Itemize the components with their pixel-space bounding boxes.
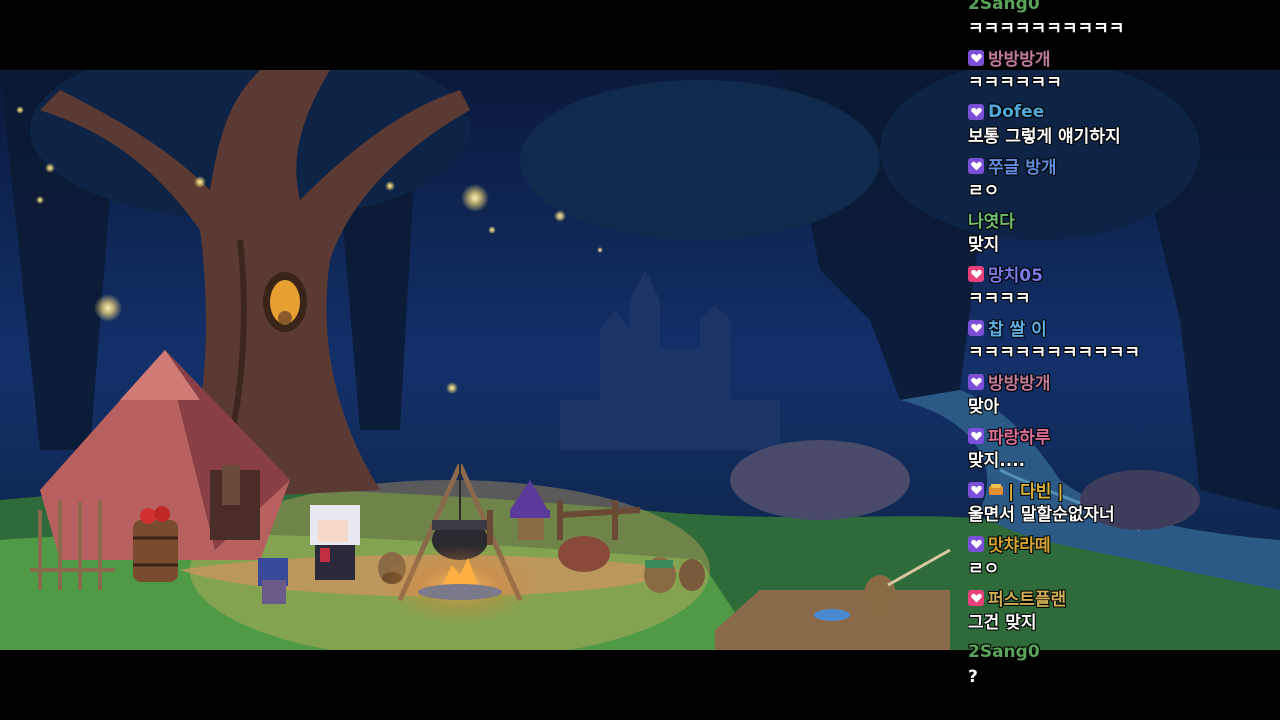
- chat-message-text: 맞지....: [968, 451, 1026, 471]
- barrel: [133, 520, 178, 582]
- chat-username[interactable]: 방방방개: [988, 45, 1051, 70]
- chat-message-text: ㅋㅋㅋㅋㅋㅋㅋㅋㅋㅋㅋ: [968, 343, 1141, 363]
- chat-username[interactable]: 2Sang0: [968, 642, 1040, 662]
- chat-message: 퍼스트플랜그건 맞지: [968, 582, 1268, 636]
- chat-message-text: ㄹㅇ: [968, 181, 1000, 201]
- chat-message-text: 맞지: [968, 235, 1000, 255]
- chat-message: 나엿다맞지: [968, 204, 1268, 258]
- chat-username[interactable]: 나엿다: [968, 207, 1015, 232]
- chat-message: 방방방개맞아: [968, 366, 1268, 420]
- chat-message-text: 보통 그렇게 얘기하지: [968, 127, 1121, 147]
- chat-message-header: 찹 쌀 이: [968, 312, 1268, 340]
- chat-message: 쭈글 방개 ㄹㅇ: [968, 150, 1268, 204]
- chat-message: 맛챠라떼 ㄹㅇ: [968, 528, 1268, 582]
- subscriber-heart-icon: [968, 49, 984, 66]
- chat-message: 2Sang0 ㅋㅋㅋㅋㅋㅋㅋㅋㅋㅋ: [968, 0, 1268, 42]
- chat-username[interactable]: 퍼스트플랜: [988, 585, 1066, 610]
- chat-message-header: 파랑하루: [968, 420, 1268, 448]
- subscriber-heart-icon: [968, 319, 984, 336]
- chat-message-header: 퍼스트플랜: [968, 582, 1268, 610]
- chat-message-header: | 다빈 |: [968, 474, 1268, 502]
- chat-username[interactable]: | 다빈 |: [1008, 477, 1064, 502]
- subscriber-heart-icon: [968, 265, 984, 282]
- blue-haired-character: [258, 558, 288, 604]
- chat-username[interactable]: 쭈글 방개: [988, 153, 1056, 178]
- chat-username[interactable]: 파랑하루: [988, 423, 1051, 448]
- chat-message-header: 방방방개: [968, 42, 1268, 70]
- chat-message: 망치05 ㅋㅋㅋㅋ: [968, 258, 1268, 312]
- chat-username[interactable]: 맛챠라떼: [988, 531, 1051, 556]
- chat-message-text: ?: [968, 667, 978, 687]
- chat-message-header: 2Sang0: [968, 0, 1268, 16]
- chat-message-header: 2Sang0: [968, 636, 1268, 664]
- subscriber-heart-icon: [968, 427, 984, 444]
- chat-message-header: 망치05: [968, 258, 1268, 286]
- chat-message: Dofee 보통 그렇게 얘기하지: [968, 96, 1268, 150]
- chat-message-header: Dofee: [968, 96, 1268, 124]
- subscriber-heart-icon: [968, 373, 984, 390]
- sack: [558, 536, 610, 572]
- subscriber-heart-icon: [968, 535, 984, 552]
- subscriber-heart-icon: [968, 157, 984, 174]
- subscriber-heart-icon: [968, 481, 984, 498]
- subscriber-heart-icon: [968, 589, 984, 606]
- chat-message-text: 맞아: [968, 397, 1000, 417]
- chat-message-header: 쭈글 방개: [968, 150, 1268, 178]
- chat-username[interactable]: 방방방개: [988, 369, 1051, 394]
- chat-message: 파랑하루맞지....: [968, 420, 1268, 474]
- chat-message-header: 나엿다: [968, 204, 1268, 232]
- supporter-badge-icon: [988, 483, 1004, 497]
- white-haired-character: [310, 505, 360, 580]
- chat-message: 방방방개 ㅋㅋㅋㅋㅋㅋ: [968, 42, 1268, 96]
- chat-username[interactable]: Dofee: [988, 102, 1044, 122]
- fish: [814, 609, 850, 621]
- chat-username[interactable]: 망치05: [988, 261, 1043, 286]
- chat-overlay: 2Sang0 ㅋㅋㅋㅋㅋㅋㅋㅋㅋㅋ 방방방개 ㅋㅋㅋㅋㅋㅋ Dofee 보통 그렇게 얘기…: [968, 0, 1268, 712]
- chat-username[interactable]: 2Sang0: [968, 0, 1040, 14]
- stream-frame: 2Sang0 ㅋㅋㅋㅋㅋㅋㅋㅋㅋㅋ 방방방개 ㅋㅋㅋㅋㅋㅋ Dofee 보통 그렇게 얘기…: [0, 0, 1280, 720]
- chat-message: | 다빈 | 울면서 말할순없자너: [968, 474, 1268, 528]
- chat-message-header: 맛챠라떼: [968, 528, 1268, 556]
- chat-message-text: ㅋㅋㅋㅋ: [968, 289, 1031, 309]
- chat-message-text: ㅋㅋㅋㅋㅋㅋ: [968, 73, 1062, 93]
- chat-message-header: 방방방개: [968, 366, 1268, 394]
- chat-message-text: ㄹㅇ: [968, 559, 1000, 579]
- subscriber-heart-icon: [968, 103, 984, 120]
- chat-message-text: 울면서 말할순없자너: [968, 505, 1115, 525]
- chat-message: 찹 쌀 이 ㅋㅋㅋㅋㅋㅋㅋㅋㅋㅋㅋ: [968, 312, 1268, 366]
- chat-message: 2Sang0?: [968, 636, 1268, 690]
- chat-username[interactable]: 찹 쌀 이: [988, 315, 1047, 340]
- chat-message-text: 그건 맞지: [968, 613, 1037, 633]
- chat-message-text: ㅋㅋㅋㅋㅋㅋㅋㅋㅋㅋ: [968, 19, 1125, 39]
